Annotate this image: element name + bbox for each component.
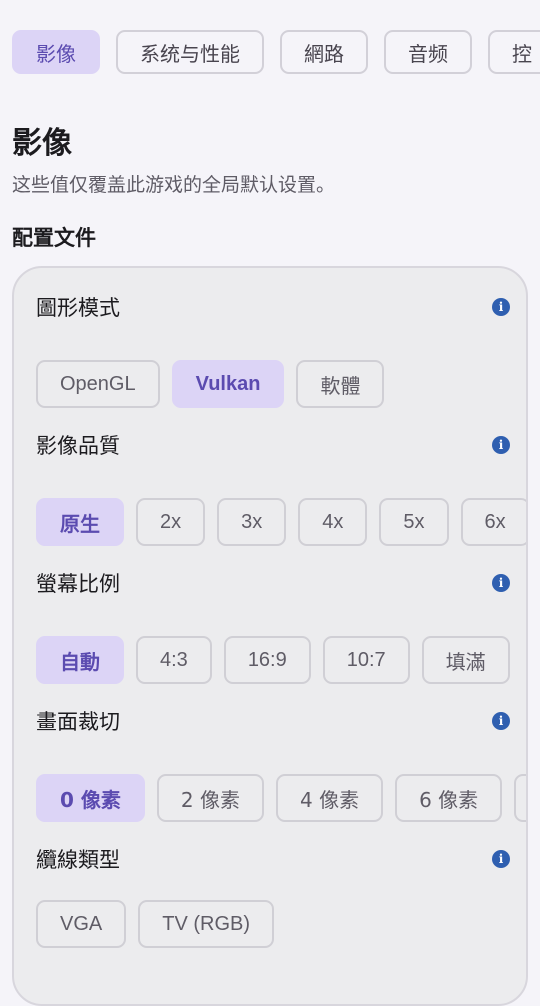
setting-label: 螢幕比例 [36,572,120,596]
option-16-9[interactable]: 16:9 [223,636,311,684]
setting-label: 畫面裁切 [36,710,120,734]
option-group: OpenGL Vulkan 軟體 [36,360,385,408]
info-icon[interactable]: i [492,436,510,454]
settings-card: 圖形模式 i OpenGL Vulkan 軟體 影像品質 i 原生 2x 3x … [12,266,528,1006]
option-more-truncated[interactable] [514,774,526,822]
option-6px[interactable]: 6 像素 [395,774,503,822]
setting-aspect-ratio: 螢幕比例 i 自動 4:3 16:9 10:7 填滿 [36,568,526,684]
option-auto[interactable]: 自動 [36,636,124,684]
info-icon[interactable]: i [492,298,510,316]
page-title: 影像 [12,126,72,161]
setting-label: 纜線類型 [36,848,120,872]
option-4px[interactable]: 4 像素 [275,774,384,822]
option-group: 0 像素 2 像素 4 像素 6 像素 [36,774,526,822]
option-group: 原生 2x 3x 4x 5x 6x [36,498,526,546]
option-native[interactable]: 原生 [36,498,124,546]
option-fill[interactable]: 填滿 [421,636,510,684]
option-6x[interactable]: 6x [460,498,526,546]
option-2x[interactable]: 2x [136,498,206,546]
option-0px[interactable]: 0 像素 [36,774,145,822]
page-subtitle: 这些值仅覆盖此游戏的全局默认设置。 [12,174,336,196]
option-group: VGA TV (RGB) [36,900,275,948]
option-group: 自動 4:3 16:9 10:7 填滿 [36,636,510,684]
option-4-3[interactable]: 4:3 [136,636,212,684]
tab-system-performance[interactable]: 系统与性能 [116,30,264,74]
setting-graphics-mode: 圖形模式 i OpenGL Vulkan 軟體 [36,292,526,408]
option-software[interactable]: 軟體 [296,360,385,408]
option-3x[interactable]: 3x [217,498,287,546]
tab-controls[interactable]: 控 [488,30,540,74]
option-tv-rgb[interactable]: TV (RGB) [138,900,275,948]
info-icon[interactable]: i [492,574,510,592]
setting-label: 圖形模式 [36,296,120,320]
tab-audio[interactable]: 音频 [384,30,472,74]
info-icon[interactable]: i [492,712,510,730]
option-vulkan[interactable]: Vulkan [171,360,285,408]
tab-network[interactable]: 網路 [280,30,368,74]
setting-cable-type: 纜線類型 i VGA TV (RGB) [36,844,526,948]
section-label-profile: 配置文件 [12,226,96,250]
setting-crop: 畫面裁切 i 0 像素 2 像素 4 像素 6 像素 [36,706,526,822]
option-5x[interactable]: 5x [379,498,449,546]
option-10-7[interactable]: 10:7 [322,636,410,684]
tab-video[interactable]: 影像 [12,30,100,74]
info-icon[interactable]: i [492,850,510,868]
option-4x[interactable]: 4x [298,498,368,546]
option-vga[interactable]: VGA [36,900,127,948]
option-opengl[interactable]: OpenGL [36,360,160,408]
option-2px[interactable]: 2 像素 [156,774,264,822]
setting-label: 影像品質 [36,434,120,458]
setting-image-quality: 影像品質 i 原生 2x 3x 4x 5x 6x [36,430,526,546]
category-tabs: 影像 系统与性能 網路 音频 控 [12,30,540,74]
